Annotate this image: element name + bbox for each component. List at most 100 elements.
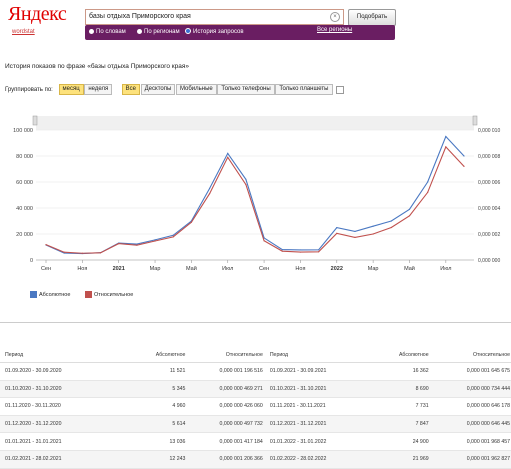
radio-icon [89, 28, 94, 34]
device-all-button[interactable]: Все [121, 84, 140, 95]
y2-tick-label: 0,000 010 [478, 128, 500, 134]
cell-relative-2: 0,000 001 962 827 [429, 450, 511, 469]
wordstat-link[interactable]: wordstat [8, 29, 70, 35]
data-point[interactable] [208, 193, 211, 195]
data-point[interactable] [372, 233, 374, 235]
series-line-0[interactable] [45, 135, 465, 255]
legend-relative[interactable]: Относительное [85, 291, 133, 298]
series-line-1[interactable] [45, 145, 465, 254]
data-point[interactable] [245, 184, 247, 186]
cell-relative-2: 0,000 001 968 457 [429, 432, 511, 451]
table-row: 01.12.2020 - 31.12.2020 5 614 0,000 000 49… [0, 415, 511, 434]
x-tick-label: Июл [440, 266, 451, 272]
data-point[interactable] [245, 178, 247, 180]
data-point[interactable] [118, 243, 120, 245]
cell-absolute: 11 521 [121, 362, 187, 381]
data-point[interactable] [427, 191, 429, 193]
data-point[interactable] [463, 155, 465, 157]
data-point[interactable] [427, 181, 429, 183]
data-point[interactable] [154, 240, 156, 242]
legend-label: Абсолютное [39, 291, 71, 298]
data-point[interactable] [299, 249, 302, 251]
device-tablets-button[interactable]: Только планшеты [275, 84, 333, 95]
mode-history[interactable]: История запросов [185, 27, 244, 37]
cell-absolute-2: 8 690 [365, 380, 430, 399]
data-point[interactable] [172, 236, 174, 238]
data-point[interactable] [81, 252, 83, 254]
data-point[interactable] [318, 251, 320, 253]
data-point[interactable] [63, 251, 65, 253]
x-tick-label: 2022 [331, 266, 343, 272]
y-tick-label: 40 000 [16, 206, 33, 212]
data-point[interactable] [408, 215, 411, 217]
data-point[interactable] [172, 234, 174, 236]
y2-tick-label: 0,000 004 [478, 206, 500, 212]
data-point[interactable] [99, 252, 102, 254]
data-point[interactable] [445, 135, 447, 138]
mode-by-regions[interactable]: По регионам [137, 27, 180, 37]
device-desktop-button[interactable]: Десктопы [140, 84, 176, 95]
x-tick-label: Ноя [295, 266, 305, 272]
group-month-button[interactable]: месяц [58, 84, 84, 95]
data-point[interactable] [463, 165, 465, 167]
data-point[interactable] [136, 244, 138, 246]
group-week-button[interactable]: неделя [84, 84, 113, 95]
cell-absolute: 5 345 [121, 380, 187, 399]
cell-relative: 0,000 001 206 366 [186, 450, 264, 469]
data-point[interactable] [445, 146, 447, 148]
navigator-handle-right[interactable] [472, 115, 478, 126]
x-tick-label: Мар [150, 266, 161, 272]
data-point[interactable] [45, 244, 47, 246]
yandex-logo[interactable]: Яндекс wordstat [8, 3, 70, 35]
data-point[interactable] [154, 239, 156, 241]
data-point[interactable] [408, 208, 411, 210]
cell-absolute-2: 24 900 [365, 432, 430, 451]
x-tick-label: Мар [368, 266, 379, 272]
data-point[interactable] [208, 187, 211, 190]
device-mobile-button[interactable]: Мобильные [175, 84, 217, 95]
data-point[interactable] [372, 225, 374, 227]
all-regions-link[interactable]: Все регионы [317, 27, 352, 33]
cell-period-2: 01.12.2021 - 31.12.2021 [263, 415, 366, 434]
data-point[interactable] [281, 250, 283, 252]
search-input[interactable]: базы отдыха Приморского края × [85, 9, 344, 25]
x-tick-label: Ноя [77, 266, 87, 272]
mode-by-words[interactable]: По словам [89, 27, 126, 37]
data-point[interactable] [318, 249, 320, 251]
col-absolute[interactable]: Абсолютное [121, 348, 187, 363]
col-absolute-2[interactable]: Абсолютное [365, 348, 430, 363]
cell-absolute-2: 16 362 [365, 362, 430, 381]
col-relative[interactable]: Относительное [186, 348, 264, 363]
data-point[interactable] [227, 152, 229, 154]
cell-absolute: 5 614 [121, 415, 187, 434]
y-tick-label: 100 000 [13, 128, 33, 134]
data-point[interactable] [190, 221, 192, 223]
data-point[interactable] [354, 236, 356, 238]
chart-navigator[interactable] [36, 116, 474, 130]
mode-label: По словам [96, 29, 126, 35]
cell-period-2: 01.02.2022 - 28.02.2022 [263, 450, 366, 469]
navigator-handle-left[interactable] [32, 115, 38, 126]
data-point[interactable] [299, 251, 302, 253]
data-point[interactable] [336, 227, 338, 229]
data-point[interactable] [136, 243, 138, 245]
col-relative-2[interactable]: Относительное [429, 348, 511, 363]
x-tick-label: Сен [259, 266, 269, 272]
logo-text: Яндекс [8, 3, 67, 25]
data-point[interactable] [281, 249, 283, 251]
data-point[interactable] [390, 220, 392, 222]
clear-icon[interactable]: × [330, 12, 340, 22]
cell-relative: 0,000 001 196 516 [186, 362, 264, 381]
data-point[interactable] [390, 226, 392, 229]
table-row: 01.10.2020 - 31.10.2020 5 345 0,000 000 46… [0, 380, 511, 399]
help-icon[interactable] [336, 85, 345, 94]
data-point[interactable] [227, 156, 229, 158]
device-phones-button[interactable]: Только телефоны [217, 84, 275, 95]
legend-absolute[interactable]: Абсолютное [30, 291, 70, 298]
data-point[interactable] [263, 240, 265, 242]
data-point[interactable] [336, 232, 338, 234]
search-button[interactable]: Подобрать [348, 9, 396, 26]
y-tick-label: 0 [30, 258, 33, 264]
data-point[interactable] [354, 230, 356, 233]
col-period: Период [0, 348, 122, 363]
